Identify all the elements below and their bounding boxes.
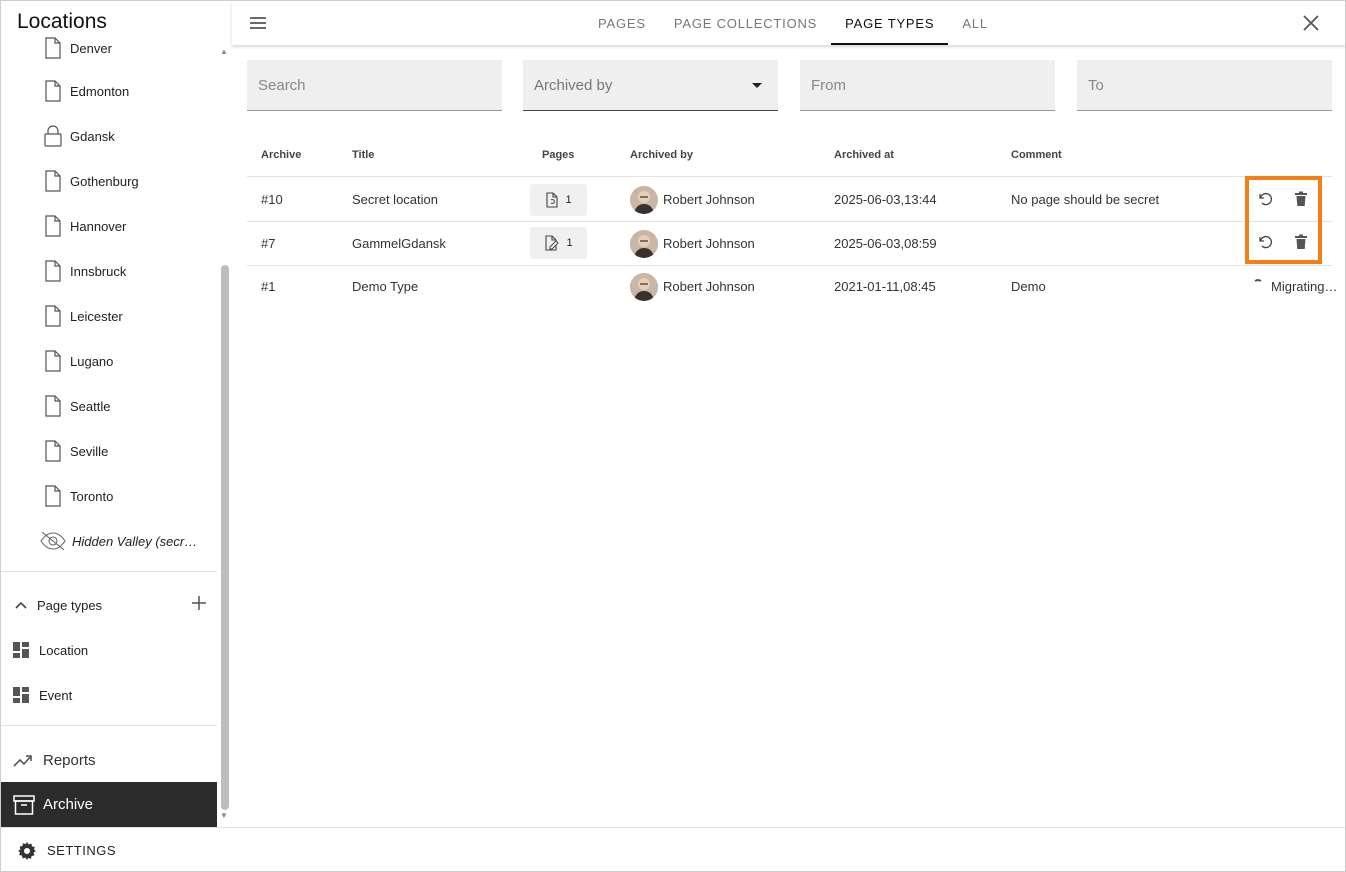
scroll-down-arrow-icon[interactable]: ▼	[220, 811, 228, 820]
tab-pages[interactable]: PAGES	[584, 1, 660, 45]
page-icon	[41, 349, 65, 373]
tab-page-collections[interactable]: PAGE COLLECTIONS	[660, 1, 831, 45]
page-icon	[41, 439, 65, 463]
archived-by-cell: Robert Johnson	[630, 178, 755, 221]
page-icon	[41, 304, 65, 328]
archive-tabs: PAGES PAGE COLLECTIONS PAGE TYPES ALL	[584, 1, 1002, 45]
column-header-archived-by[interactable]: Archived by	[630, 149, 693, 161]
sidebar-scrollbar[interactable]: ▲ ▼	[219, 43, 231, 823]
search-input[interactable]: Search	[247, 60, 502, 111]
tree-item-toronto[interactable]: Toronto	[41, 481, 113, 511]
chevron-up-icon[interactable]	[11, 601, 31, 609]
table-row[interactable]: #1 Demo Type Robert Johnson 2021-01-11,0…	[247, 265, 1337, 309]
page-sync-icon	[545, 192, 559, 208]
column-header-comment[interactable]: Comment	[1011, 149, 1062, 161]
column-header-pages[interactable]: Pages	[542, 149, 574, 161]
page-type-item-location[interactable]: Location	[12, 637, 88, 663]
page-type-item-event[interactable]: Event	[12, 682, 72, 708]
avatar	[630, 185, 658, 214]
tree-item-lugano[interactable]: Lugano	[41, 346, 113, 376]
dashboard-icon	[12, 641, 32, 659]
gear-icon	[17, 841, 39, 861]
avatar	[630, 229, 658, 258]
archived-at-cell: 2021-01-11,08:45	[834, 279, 936, 294]
comment-cell: Demo	[1011, 279, 1046, 294]
archive-topbar: PAGES PAGE COLLECTIONS PAGE TYPES ALL	[232, 1, 1345, 45]
lock-icon	[41, 124, 65, 148]
table-header: Archive Title Pages Archived by Archived…	[247, 141, 1332, 177]
pages-count-chip[interactable]: 1	[530, 184, 587, 216]
nav-reports[interactable]: Reports	[1, 738, 217, 783]
table-row[interactable]: #7 GammelGdansk 1 Robert Johnson 2025-06…	[247, 222, 1332, 266]
actions-highlight-box	[1245, 176, 1322, 264]
archive-id: #10	[261, 192, 283, 207]
page-icon	[41, 394, 65, 418]
migrating-status: Migrating…	[1253, 265, 1337, 308]
dashboard-icon	[12, 686, 32, 704]
archive-title: Demo Type	[352, 279, 419, 294]
page-icon	[41, 36, 65, 60]
pages-count-chip[interactable]: 1	[530, 227, 587, 259]
tab-all[interactable]: ALL	[948, 1, 1002, 45]
page-types-section-header[interactable]: Page types	[11, 591, 211, 619]
archive-title: Secret location	[352, 192, 438, 207]
scroll-up-arrow-icon[interactable]: ▲	[220, 47, 228, 56]
tree-item-gdansk[interactable]: Gdansk	[41, 121, 115, 151]
tree-item-leicester[interactable]: Leicester	[41, 301, 123, 331]
trending-up-icon	[13, 754, 35, 768]
spinner-icon	[1253, 278, 1263, 289]
archive-box-icon	[13, 794, 35, 815]
archived-by-cell: Robert Johnson	[630, 222, 755, 265]
nav-archive[interactable]: Archive	[1, 782, 217, 827]
sidebar-divider	[1, 725, 217, 726]
page-icon	[41, 259, 65, 283]
dropdown-caret-icon	[752, 83, 762, 88]
tree-item-gothenburg[interactable]: Gothenburg	[41, 166, 139, 196]
tree-item-edmonton[interactable]: Edmonton	[41, 76, 129, 106]
archive-title: GammelGdansk	[352, 236, 446, 251]
comment-cell: No page should be secret	[1011, 192, 1160, 207]
tree-item-innsbruck[interactable]: Innsbruck	[41, 256, 126, 286]
avatar	[630, 272, 658, 301]
archived-by-select[interactable]: Archived by	[523, 60, 778, 111]
tree-item-hannover[interactable]: Hannover	[41, 211, 126, 241]
archived-at-cell: 2025-06-03,08:59	[834, 236, 937, 251]
archived-by-cell: Robert Johnson	[630, 265, 755, 308]
scroll-thumb[interactable]	[221, 265, 229, 810]
menu-icon[interactable]	[248, 13, 268, 33]
column-header-archived-at[interactable]: Archived at	[834, 149, 894, 161]
page-edit-icon	[544, 235, 560, 251]
archive-id: #1	[261, 279, 276, 294]
page-icon	[41, 484, 65, 508]
sidebar-divider	[1, 571, 217, 572]
tree-item-seattle[interactable]: Seattle	[41, 391, 110, 421]
close-icon[interactable]	[1301, 13, 1321, 33]
tree-item-denver[interactable]: Denver	[41, 33, 112, 63]
app-window: Locations Denver Edmonton Gdansk Gothenb…	[0, 0, 1346, 872]
page-icon	[41, 214, 65, 238]
archived-at-cell: 2025-06-03,13:44	[834, 192, 937, 207]
settings-label: SETTINGS	[47, 843, 117, 858]
eye-off-icon	[39, 529, 67, 553]
page-icon	[41, 79, 65, 103]
sidebar-title: Locations	[17, 10, 107, 33]
tree-item-seville[interactable]: Seville	[41, 436, 108, 466]
table-row[interactable]: #10 Secret location 1 Robert Johnson 202…	[247, 178, 1332, 222]
archive-panel: PAGES PAGE COLLECTIONS PAGE TYPES ALL Se…	[232, 1, 1345, 827]
tab-page-types[interactable]: PAGE TYPES	[831, 1, 949, 45]
to-date-input[interactable]: To	[1077, 60, 1332, 111]
settings-bar[interactable]: SETTINGS	[1, 827, 1345, 871]
archive-id: #7	[261, 236, 276, 251]
column-header-title[interactable]: Title	[352, 149, 374, 161]
page-icon	[41, 169, 65, 193]
from-date-input[interactable]: From	[800, 60, 1055, 111]
sidebar: Locations Denver Edmonton Gdansk Gothenb…	[1, 1, 232, 827]
column-header-archive[interactable]: Archive	[261, 149, 301, 161]
tree-item-hidden-valley[interactable]: Hidden Valley (secr…	[39, 526, 197, 556]
page-types-label: Page types	[37, 597, 103, 613]
add-page-type-icon[interactable]	[191, 595, 207, 614]
